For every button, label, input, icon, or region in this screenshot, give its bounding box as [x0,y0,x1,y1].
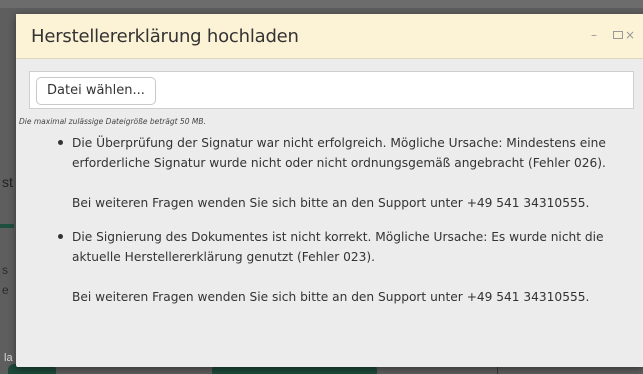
error-message: Die Signierung des Dokumentes ist nicht … [72,230,604,264]
file-size-hint: Die maximal zulässige Dateigröße beträgt… [19,117,206,126]
error-item: Die Signierung des Dokumentes ist nicht … [58,227,632,307]
support-contact-text: Bei weiteren Fragen wenden Sie sich bitt… [72,290,590,304]
background-header [0,0,643,8]
background-text-fragment: e [2,283,9,297]
background-text-fragment: st [2,174,13,190]
background-text-fragment: s [2,263,8,277]
background-accent-line [0,224,14,228]
error-message: Die Überprüfung der Signatur war nicht e… [72,136,606,170]
background-text-fragment: la [4,352,13,364]
dialog-title: Herstellererklärung hochladen [31,25,299,47]
support-contact-text: Bei weiteren Fragen wenden Sie sich bitt… [72,196,590,210]
minimize-icon[interactable]: – [585,26,603,44]
file-input-field[interactable]: Datei wählen... [29,71,634,109]
error-item: Die Überprüfung der Signatur war nicht e… [58,133,632,213]
dialog-titlebar[interactable]: Herstellererklärung hochladen – × [16,14,643,59]
upload-dialog: Herstellererklärung hochladen – × Datei … [16,14,643,367]
bullet-icon [58,234,63,239]
bullet-icon [58,140,63,145]
choose-file-button[interactable]: Datei wählen... [36,77,156,105]
close-icon[interactable]: × [621,26,639,44]
